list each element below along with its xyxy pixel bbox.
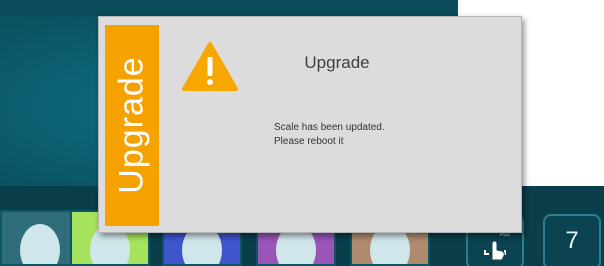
- page-number-button[interactable]: 7: [543, 214, 601, 266]
- upgrade-dialog: Upgrade Upgrade Scale has been updated. …: [98, 16, 522, 233]
- product-image: [20, 224, 60, 264]
- dialog-message-line: Please reboot it: [274, 136, 344, 147]
- dialog-message: Scale has been updated. Please reboot it: [274, 121, 385, 149]
- product-tile[interactable]: [0, 210, 80, 266]
- side-banner-label: Upgrade: [112, 56, 151, 194]
- dialog-message-line: Scale has been updated.: [274, 122, 385, 133]
- dialog-title: Upgrade: [304, 53, 370, 72]
- page-number: 7: [565, 227, 579, 254]
- app-screen: PLU 7 Upgrade Upgrade Scale has been upd…: [0, 0, 604, 266]
- dialog-side-banner: Upgrade: [105, 25, 159, 226]
- warning-icon: [182, 42, 238, 91]
